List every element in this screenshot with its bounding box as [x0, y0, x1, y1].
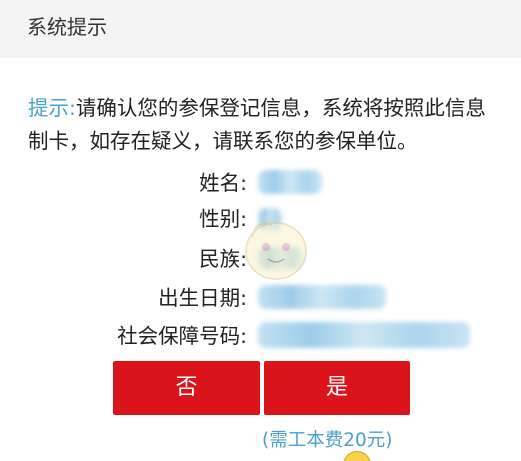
field-row-gender: 性别:: [0, 204, 247, 234]
yes-button[interactable]: 是: [264, 361, 410, 415]
info-message: 提示:请确认您的参保登记信息，系统将按照此信息制卡，如存在疑义，请联系您的参保单…: [28, 92, 498, 158]
field-row-ssn: 社会保障号码:: [0, 321, 247, 351]
hint-label: 提示:: [28, 96, 76, 120]
field-label-birthdate: 出生日期:: [158, 286, 247, 310]
fee-note: (需工本费20元): [262, 430, 393, 451]
dialog-title: 系统提示: [27, 15, 107, 39]
field-row-birthdate: 出生日期:: [0, 283, 247, 313]
message-body: 请确认您的参保登记信息，系统将按照此信息制卡，如存在疑义，请联系您的参保单位。: [28, 96, 486, 153]
field-row-ethnicity: 民族:: [0, 244, 247, 274]
redacted-value-ssn: [258, 322, 470, 348]
confirm-dialog: 系统提示 提示:请确认您的参保登记信息，系统将按照此信息制卡，如存在疑义，请联系…: [0, 0, 521, 461]
no-button[interactable]: 否: [113, 361, 260, 415]
mascot-watermark-icon: [245, 221, 307, 280]
redacted-value-birthdate: [258, 285, 386, 309]
dialog-header: 系统提示: [0, 0, 521, 58]
field-label-ssn: 社会保障号码:: [117, 324, 247, 348]
redacted-value-name: [258, 170, 322, 194]
field-row-name: 姓名:: [0, 168, 247, 198]
field-label-name: 姓名:: [199, 171, 247, 195]
